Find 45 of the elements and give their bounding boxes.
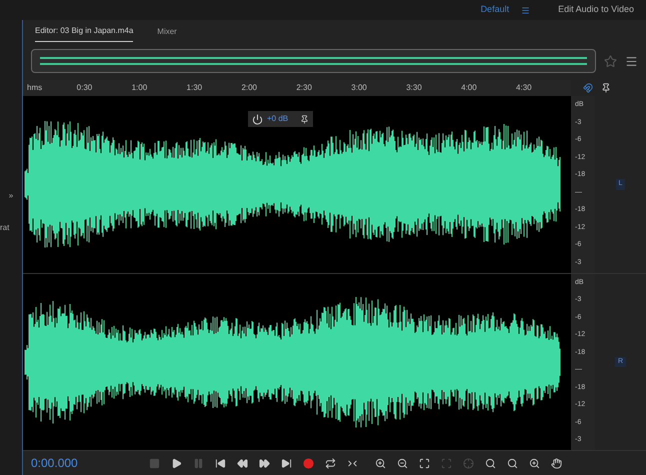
play-icon [170,458,182,468]
ruler-label: 1:00 [132,82,148,94]
editor-tab[interactable]: Mixer [157,26,177,42]
star-icon[interactable] [604,54,617,68]
menu-icon[interactable] [521,6,530,14]
panel-label: rat [0,222,10,234]
magnet-icon[interactable] [583,83,593,93]
zoom-hand-icon [550,458,562,468]
end-icon [280,458,292,468]
pin-icon[interactable] [300,114,310,124]
record-icon [302,458,314,468]
zoom-point-icon [462,458,474,468]
collapse-label[interactable]: » [8,190,14,202]
stop-icon [148,458,160,468]
overview-bar[interactable] [31,49,596,73]
ruler-label: 3:00 [351,82,368,94]
editor-tab[interactable]: Editor: 03 Big in Japan.m4a [35,25,134,42]
zoom-selection-icon [440,458,452,468]
start-icon [214,458,226,468]
workspace-link[interactable]: Edit Audio to Video [558,3,634,17]
zoom-in-right-icon [506,458,518,468]
power-icon[interactable] [252,114,263,124]
forward-icon [258,458,270,468]
zoom-in-icon [374,458,386,468]
zoom-both-icon [528,458,540,468]
rewind-icon [236,458,248,468]
ruler-label: 3:30 [406,82,423,94]
ruler-label: 0:30 [76,82,94,94]
time-display: 0:00.000 [31,455,79,472]
workspace-label[interactable]: Default [480,3,510,17]
skip-icon [346,458,358,468]
ruler-label: 4:00 [461,82,478,94]
pause-icon [192,458,204,468]
ruler-label: 2:30 [296,82,313,94]
pin-icon[interactable] [601,83,611,93]
zoom-in-left-icon [484,458,496,468]
menu-icon[interactable] [625,54,638,68]
zoom-full-icon [418,458,430,468]
ruler-unit: hms [27,82,44,94]
gain-label[interactable]: +0 dB [267,113,288,125]
ruler-label: 4:30 [516,82,533,94]
zoom-out-icon [396,458,408,468]
ruler-label: 2:00 [241,82,258,94]
ruler-label: 1:30 [186,82,204,94]
loop-icon [324,458,336,468]
